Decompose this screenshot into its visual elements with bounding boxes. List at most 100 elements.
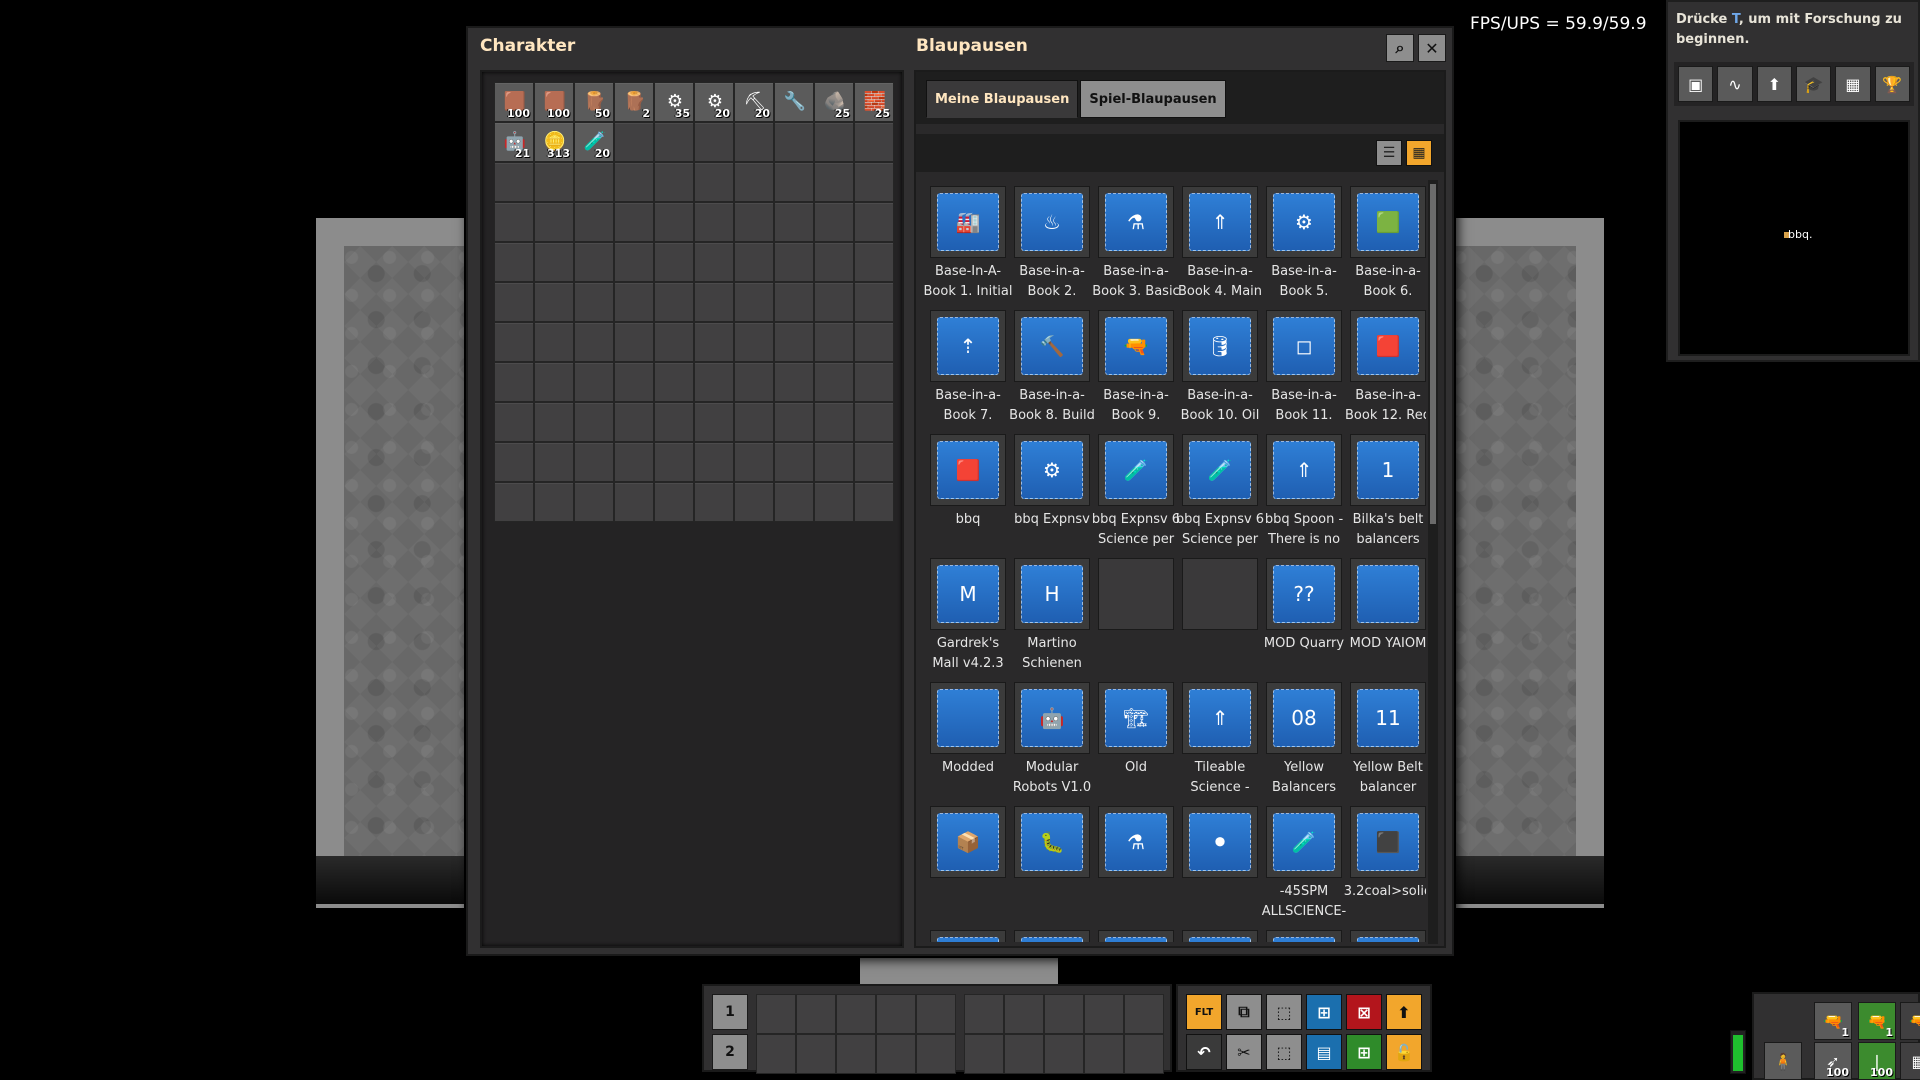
select-icon[interactable]: ⬚	[1266, 994, 1302, 1030]
quickbar-slot[interactable]	[796, 1034, 836, 1074]
inventory-slot[interactable]: ⚙ 35	[654, 82, 694, 122]
copy-icon[interactable]: ⧉	[1226, 994, 1262, 1030]
inventory-slot[interactable]	[774, 442, 814, 482]
inventory-slot[interactable]	[574, 442, 614, 482]
rocket-icon[interactable]: ⬆	[1756, 66, 1792, 102]
blueprint-item[interactable]	[1174, 554, 1258, 678]
blueprint-item[interactable]: 🏗	[1258, 926, 1342, 942]
blueprint-slot[interactable]: 🏗	[1266, 930, 1342, 942]
blueprint-item[interactable]: 🟥 bbq	[922, 430, 1006, 554]
quickbar-slot[interactable]	[1124, 1034, 1164, 1074]
blueprint-item[interactable]: H Martino Schienen	[1006, 554, 1090, 678]
inventory-slot[interactable]	[814, 322, 854, 362]
blueprint-slot[interactable]: 🏗	[1350, 930, 1426, 942]
inventory-slot[interactable]	[814, 442, 854, 482]
tab-game-blueprints[interactable]: Spiel-Blaupausen	[1080, 80, 1226, 118]
inventory-slot[interactable]	[494, 482, 534, 522]
blueprint-item[interactable]: 🟩 Base-in-a-Book 6. Green	[1342, 182, 1426, 306]
inventory-slot[interactable]	[574, 202, 614, 242]
inventory-slot[interactable]	[654, 162, 694, 202]
inventory-slot[interactable]	[814, 202, 854, 242]
inventory-slot[interactable]	[694, 482, 734, 522]
blueprint-slot[interactable]: 1	[1350, 434, 1426, 506]
cut-icon[interactable]: ✂	[1226, 1034, 1262, 1070]
inventory-slot[interactable]	[774, 242, 814, 282]
inventory-slot[interactable]	[574, 482, 614, 522]
blueprint-item[interactable]	[1090, 554, 1174, 678]
blueprint-scrollbar[interactable]	[1428, 180, 1438, 944]
inventory-slot[interactable]	[574, 402, 614, 442]
blueprint-slot[interactable]	[1350, 558, 1426, 630]
quickbar-slot[interactable]	[756, 994, 796, 1034]
minimap[interactable]: bbq.	[1678, 120, 1910, 356]
blueprint-item[interactable]: ⇡ Base-in-a-Book 7.	[922, 306, 1006, 430]
quickbar-slot[interactable]	[1044, 1034, 1084, 1074]
list-view-icon[interactable]: ☰	[1376, 140, 1402, 166]
quickbar-slot[interactable]	[796, 994, 836, 1034]
inventory-slot[interactable]: 🧪 20	[574, 122, 614, 162]
blueprint-slot[interactable]: 🔫	[1098, 310, 1174, 382]
grid-view-icon[interactable]: ▦	[1406, 140, 1432, 166]
blueprint-slot[interactable]	[1182, 558, 1258, 630]
quickbar-row-1-button[interactable]: 1	[712, 994, 748, 1030]
blueprint-slot[interactable]: 🟩	[1350, 186, 1426, 258]
blueprint-slot[interactable]: ⚫	[1182, 806, 1258, 878]
select-blue-icon[interactable]: ⊞	[1306, 994, 1342, 1030]
inventory-slot[interactable]	[734, 122, 774, 162]
blueprint-slot[interactable]: ♨	[1014, 186, 1090, 258]
blueprint-slot[interactable]: 🐛	[1014, 806, 1090, 878]
inventory-slot[interactable]	[534, 162, 574, 202]
blueprint-slot[interactable]: 🤖	[1014, 682, 1090, 754]
inventory-slot[interactable]: 🧱 25	[854, 82, 894, 122]
inventory-slot[interactable]	[774, 122, 814, 162]
inventory-slot[interactable]	[814, 242, 854, 282]
blueprint-item[interactable]: ⚗	[1090, 802, 1174, 926]
weapon-slot[interactable]: ➶ 100	[1814, 1042, 1852, 1080]
blueprint-slot[interactable]	[1014, 930, 1090, 942]
quickbar-slot[interactable]	[876, 994, 916, 1034]
inventory-slot[interactable]	[854, 122, 894, 162]
blueprint-slot[interactable]: ⚙	[1014, 434, 1090, 506]
blueprint-item[interactable]: 1 Bilka's belt balancers	[1342, 430, 1426, 554]
close-icon[interactable]: ✕	[1418, 34, 1446, 62]
achievement-icon[interactable]: 🏆	[1874, 66, 1910, 102]
inventory-slot[interactable]: ⚙ 20	[694, 82, 734, 122]
quickbar-slot[interactable]	[964, 994, 1004, 1034]
blueprint-item[interactable]: 🏗 Old	[1090, 678, 1174, 802]
weapon-slot[interactable]: 🔫	[1900, 1002, 1920, 1040]
inventory-slot[interactable]	[694, 322, 734, 362]
blueprint-item[interactable]: 🏗	[1174, 926, 1258, 942]
inventory-slot[interactable]	[854, 362, 894, 402]
quickbar-slot[interactable]	[916, 994, 956, 1034]
inventory-slot[interactable]	[614, 322, 654, 362]
inventory-slot[interactable]	[614, 402, 654, 442]
blueprint-slot[interactable]: ⚗	[1098, 186, 1174, 258]
blueprint-slot[interactable]: 🔨	[1014, 310, 1090, 382]
quickbar-slot[interactable]	[1044, 994, 1084, 1034]
blueprint-item[interactable]: ⇑ Tileable Science -	[1174, 678, 1258, 802]
blueprint-item[interactable]: M Gardrek's Mall v4.2.3	[922, 554, 1006, 678]
inventory-slot[interactable]: 🪨 25	[814, 82, 854, 122]
blueprint-slot[interactable]: 🏭	[930, 186, 1006, 258]
inventory-slot[interactable]	[494, 162, 534, 202]
inventory-slot[interactable]	[734, 402, 774, 442]
tab-my-blueprints[interactable]: Meine Blaupausen	[926, 80, 1079, 118]
blueprint-item[interactable]: 🟥 Base-in-a-Book 12. Red	[1342, 306, 1426, 430]
blueprint-item[interactable]: ⬛ 3.2coal>solid	[1342, 802, 1426, 926]
inventory-slot[interactable]	[614, 202, 654, 242]
blueprint-slot[interactable]: 🟥	[930, 434, 1006, 506]
inventory-slot[interactable]	[614, 362, 654, 402]
blueprint-slot[interactable]: H	[1014, 558, 1090, 630]
blueprint-slot[interactable]: 📦	[930, 806, 1006, 878]
upgrade-icon[interactable]: ⬆	[1386, 994, 1422, 1030]
inventory-slot[interactable]	[614, 162, 654, 202]
blueprint-slot[interactable]: 🧪	[1182, 434, 1258, 506]
inventory-slot[interactable]	[534, 442, 574, 482]
blueprint-slot[interactable]: ◻	[1266, 310, 1342, 382]
inventory-slot[interactable]	[654, 242, 694, 282]
map-icon[interactable]: ▣	[1678, 66, 1714, 102]
blueprint-slot[interactable]: ⇑	[1182, 682, 1258, 754]
inventory-slot[interactable]	[494, 202, 534, 242]
quickbar-slot[interactable]	[1004, 994, 1044, 1034]
production-icon[interactable]: ∿	[1717, 66, 1753, 102]
